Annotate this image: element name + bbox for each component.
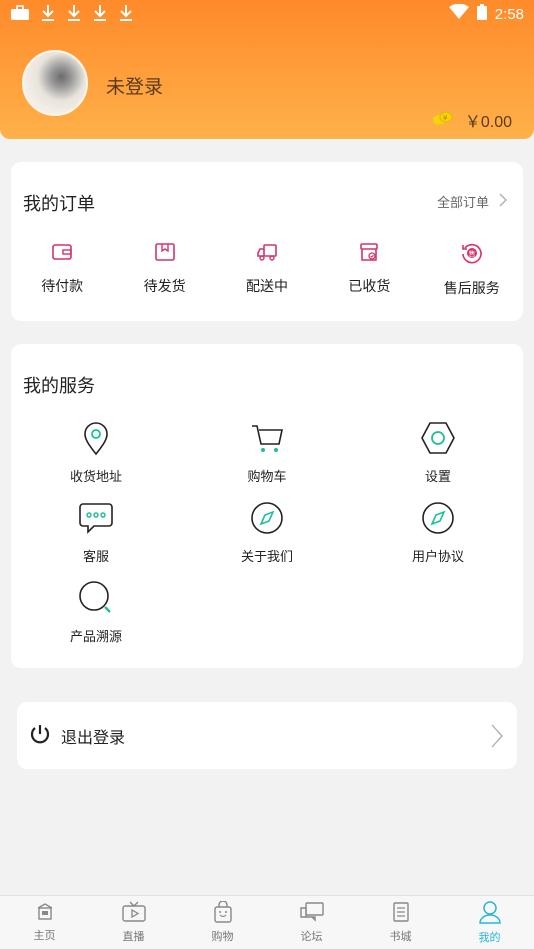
nav-label: 我的 — [478, 931, 501, 944]
user-icon — [478, 900, 501, 927]
svg-text:售: 售 — [468, 249, 475, 258]
nav-mine[interactable]: 我的 — [445, 896, 534, 949]
order-after-sales[interactable]: 售 售后服务 — [421, 242, 523, 298]
service-label: 设置 — [424, 470, 451, 485]
avatar[interactable] — [22, 50, 88, 116]
coins-icon: ¥ — [431, 109, 455, 132]
bottom-nav: 主页 直播 购物 论坛 书城 我的 — [0, 895, 534, 949]
service-label: 购物车 — [247, 470, 287, 485]
service-user-agreement[interactable]: 用户协议 — [353, 500, 523, 565]
service-cart[interactable]: 购物车 — [182, 420, 352, 485]
settings-hexagon-icon — [420, 420, 456, 460]
after-sales-icon: 售 — [461, 242, 483, 268]
service-label: 收货地址 — [69, 470, 122, 485]
order-label: 待发货 — [143, 279, 186, 295]
order-in-delivery[interactable]: 配送中 — [216, 242, 318, 298]
service-label: 用户协议 — [411, 550, 464, 565]
download-icon — [66, 4, 82, 26]
service-settings[interactable]: 设置 — [353, 420, 523, 485]
all-orders-label: 全部订单 — [436, 196, 489, 211]
order-pending-shipment[interactable]: 待发货 — [113, 242, 215, 298]
magnifier-icon — [78, 580, 114, 620]
nav-shopping[interactable]: 购物 — [178, 896, 267, 949]
compass-icon — [249, 500, 285, 540]
order-pending-payment[interactable]: 待付款 — [11, 242, 113, 298]
service-about-us[interactable]: 关于我们 — [182, 500, 352, 565]
order-label: 已收货 — [348, 279, 391, 295]
order-label: 售后服务 — [443, 281, 500, 297]
nav-label: 主页 — [33, 929, 56, 942]
nav-label: 直播 — [122, 930, 145, 943]
balance-amount: ￥0.00 — [464, 114, 512, 131]
wifi-icon — [448, 3, 469, 24]
login-status[interactable]: 未登录 — [106, 72, 163, 99]
book-icon — [391, 901, 411, 926]
chevron-right-icon — [491, 724, 503, 752]
balance[interactable]: ¥ ￥0.00 — [431, 108, 512, 132]
service-label: 客服 — [82, 550, 109, 565]
download-icon — [40, 4, 56, 26]
order-label: 配送中 — [245, 279, 288, 295]
power-icon — [29, 723, 51, 749]
nav-label: 书城 — [389, 930, 412, 943]
compass-icon — [420, 500, 456, 540]
download-icon — [118, 4, 134, 26]
wallet-icon — [51, 242, 73, 266]
nav-live[interactable]: 直播 — [89, 896, 178, 949]
service-product-traceability[interactable]: 产品溯源 — [11, 580, 181, 645]
tv-icon — [121, 901, 147, 926]
nav-label: 购物 — [211, 930, 234, 943]
logout-label: 退出登录 — [61, 728, 126, 747]
nav-home[interactable]: 主页 — [0, 896, 89, 949]
status-time: 2:58 — [494, 5, 524, 23]
chevron-right-icon — [499, 193, 507, 211]
location-pin-icon — [78, 420, 114, 460]
received-box-icon — [358, 242, 380, 266]
order-label: 待付款 — [41, 279, 84, 295]
all-orders-link[interactable]: 全部订单 — [437, 192, 507, 211]
svg-text:¥: ¥ — [443, 114, 448, 122]
logout-button[interactable]: 退出登录 — [17, 702, 517, 769]
truck-icon — [256, 242, 278, 266]
order-received[interactable]: 已收货 — [318, 242, 420, 298]
package-icon — [154, 242, 176, 266]
orders-card: 我的订单 全部订单 待付款 待发货 配送中 已收货 售 售后服务 — [11, 162, 523, 321]
cart-icon — [249, 420, 285, 460]
orders-title: 我的订单 — [23, 194, 95, 215]
home-icon — [35, 902, 55, 925]
service-label: 产品溯源 — [69, 630, 122, 645]
briefcase-icon — [10, 5, 30, 25]
battery-icon — [476, 4, 487, 24]
nav-forum[interactable]: 论坛 — [267, 896, 356, 949]
nav-bookstore[interactable]: 书城 — [356, 896, 445, 949]
shopping-bag-icon — [212, 900, 234, 926]
services-card: 我的服务 收货地址 购物车 设置 客服 关于我们 用户协议 产品溯源 — [11, 344, 523, 668]
forum-icon — [299, 901, 325, 926]
service-address[interactable]: 收货地址 — [11, 420, 181, 485]
service-customer-support[interactable]: 客服 — [11, 500, 181, 565]
services-title: 我的服务 — [23, 376, 95, 397]
status-bar: 2:58 — [0, 0, 534, 30]
chat-bubble-icon — [78, 500, 114, 540]
nav-label: 论坛 — [300, 930, 323, 943]
download-icon — [92, 4, 108, 26]
service-label: 关于我们 — [240, 550, 293, 565]
